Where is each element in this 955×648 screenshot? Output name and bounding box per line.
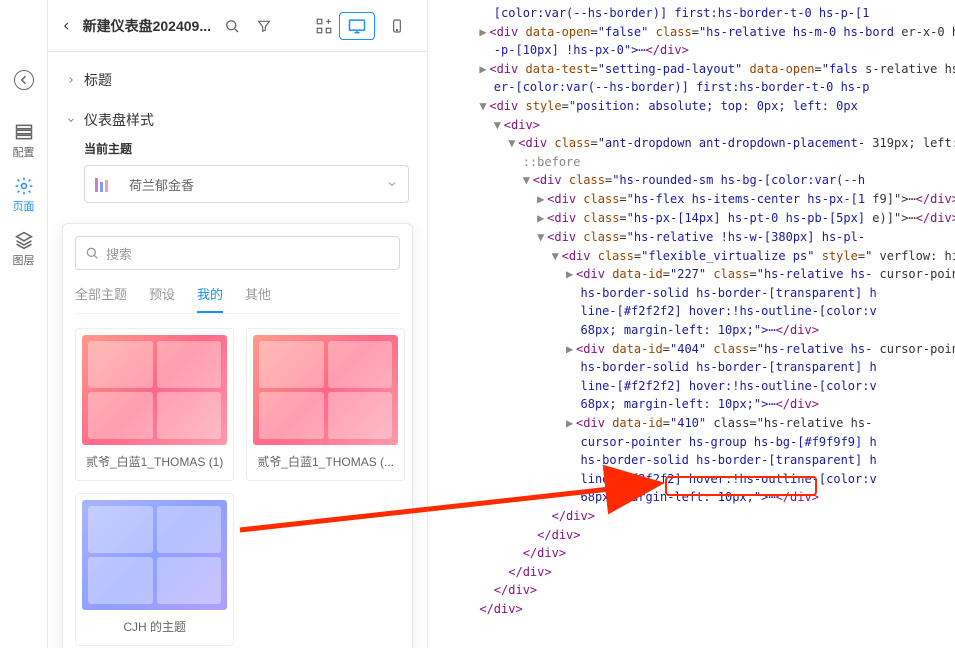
dom-line[interactable]: [color:var(--hs-border)] first:hs-border… [436, 4, 955, 23]
section-title-label: 标题 [84, 70, 112, 90]
dom-line[interactable]: 68px; margin-left: 10px;">⋯</div> [436, 395, 955, 414]
add-component-icon[interactable] [313, 15, 335, 37]
dom-line[interactable]: line-[#f2f2f2] hover:!hs-outline-[color:… [436, 302, 955, 321]
theme-tabs: 全部主题预设我的其他 [75, 284, 400, 314]
dom-line[interactable]: er-[color:var(--hs-border)] first:hs-bor… [436, 78, 955, 97]
back-circle-icon[interactable] [14, 70, 34, 90]
rail-config-label: 配置 [13, 144, 35, 160]
tab-预设[interactable]: 预设 [149, 284, 175, 313]
dom-line[interactable]: ▶<div data-id="410" class="hs-relative h… [436, 414, 955, 433]
theme-select[interactable]: 荷兰郁金香 [84, 165, 409, 203]
dom-line[interactable]: cursor-pointer hs-group hs-bg-[#f9f9f9] … [436, 433, 955, 452]
dom-line[interactable]: hs-border-solid hs-border-[transparent] … [436, 284, 955, 303]
dom-line[interactable]: </div> [436, 600, 955, 619]
current-theme-label: 当前主题 [84, 140, 409, 157]
device-mobile[interactable] [379, 12, 415, 40]
rail-layer[interactable]: 图层 [4, 230, 44, 268]
dom-line[interactable]: -p-[10px] !hs-px-0">⋯</div> [436, 41, 955, 60]
device-desktop[interactable] [339, 12, 375, 40]
dom-line[interactable]: hs-border-solid hs-border-[transparent] … [436, 451, 955, 470]
theme-swatch-icon [95, 176, 119, 192]
page-icon [14, 176, 34, 196]
config-icon [14, 122, 34, 142]
dom-line[interactable]: ▼<div class="flexible_virtualize ps" sty… [436, 247, 955, 266]
tab-我的[interactable]: 我的 [197, 284, 223, 313]
chevron-right-icon [66, 75, 76, 85]
section-style[interactable]: 仪表盘样式 [48, 100, 427, 140]
rail-config[interactable]: 配置 [4, 122, 44, 160]
dom-line[interactable]: ::before [436, 153, 955, 172]
dom-line[interactable]: ▶<div class="hs-flex hs-items-center hs-… [436, 190, 955, 210]
page-title: 新建仪表盘202409... [83, 16, 211, 36]
dom-line[interactable]: ▼<div style="position: absolute; top: 0p… [436, 97, 955, 116]
inspect-icon[interactable] [221, 15, 243, 37]
dom-line[interactable]: ▶<div data-id="404" class="hs-relative h… [436, 340, 955, 359]
dom-line[interactable]: ▶<div data-test="setting-pad-layout" dat… [436, 60, 955, 79]
sections: 标题 仪表盘样式 当前主题 荷兰郁金香 搜索 全部主题预 [48, 52, 427, 648]
left-rail: 配置 页面 图层 [0, 0, 48, 648]
theme-selected-name: 荷兰郁金香 [129, 175, 194, 194]
dom-line[interactable]: </div> [436, 563, 955, 582]
rail-page[interactable]: 页面 [4, 176, 44, 214]
theme-cards: 贰爷_白蓝1_THOMAS (1) 贰爷_白蓝1_THOMAS (... CJH 的… [75, 328, 400, 646]
dom-line[interactable]: ▶<div class="hs-px-[14px] hs-pt-0 hs-pb-… [436, 209, 955, 228]
tab-全部主题[interactable]: 全部主题 [75, 284, 127, 313]
dom-line[interactable]: ▶<div data-open="false" class="hs-relati… [436, 23, 955, 42]
dom-line[interactable]: </div> [436, 581, 955, 600]
search-input[interactable]: 搜索 [75, 236, 400, 270]
theme-card[interactable]: CJH 的主题 [75, 493, 234, 646]
theme-card[interactable]: 贰爷_白蓝1_THOMAS (1) [75, 328, 234, 481]
rail-layer-label: 图层 [13, 252, 35, 268]
highlight-box [665, 476, 817, 496]
section-style-label: 仪表盘样式 [84, 110, 154, 130]
dom-line[interactable]: </div> [436, 526, 955, 545]
dom-line[interactable]: line-[#f2f2f2] hover:!hs-outline-[color:… [436, 377, 955, 396]
panel-header: 新建仪表盘202409... [48, 0, 427, 52]
filter-icon[interactable] [253, 15, 275, 37]
section-title[interactable]: 标题 [48, 60, 427, 100]
dom-line[interactable]: ▼<div> [436, 116, 955, 135]
dom-line[interactable]: 68px; margin-left: 10px;">⋯</div> [436, 321, 955, 340]
style-body: 当前主题 荷兰郁金香 [48, 140, 427, 217]
theme-card-label: 贰爷_白蓝1_THOMAS (... [253, 445, 398, 474]
theme-card[interactable]: 贰爷_白蓝1_THOMAS (... [246, 328, 405, 481]
theme-card-label: 贰爷_白蓝1_THOMAS (1) [82, 445, 227, 474]
caret-down-icon [386, 178, 398, 190]
chevron-left-icon[interactable] [60, 18, 73, 34]
dom-line[interactable]: ▼<div class="ant-dropdown ant-dropdown-p… [436, 134, 955, 153]
dom-line[interactable]: ▼<div class="hs-rounded-sm hs-bg-[color:… [436, 171, 955, 190]
dom-line[interactable]: ▶<div data-id="227" class="hs-relative h… [436, 265, 955, 284]
dom-line[interactable]: </div> [436, 544, 955, 563]
search-icon [84, 245, 100, 261]
dom-line[interactable]: hs-border-solid hs-border-[transparent] … [436, 358, 955, 377]
dom-line[interactable]: ▼<div class="hs-relative !hs-w-[380px] h… [436, 228, 955, 247]
devtools-panel[interactable]: [color:var(--hs-border)] first:hs-border… [428, 0, 955, 648]
left-panel: 新建仪表盘202409... 标题 仪表盘样式 当前主题 [48, 0, 428, 648]
theme-card-label: CJH 的主题 [82, 610, 227, 639]
theme-dropdown: 搜索 全部主题预设我的其他 贰爷_白蓝1_THOMAS (1)贰爷_白蓝1_TH… [62, 223, 413, 648]
tab-其他[interactable]: 其他 [245, 284, 271, 313]
search-placeholder: 搜索 [106, 244, 132, 263]
rail-page-label: 页面 [13, 198, 35, 214]
chevron-down-icon [66, 115, 76, 125]
dom-line[interactable]: </div> [436, 507, 955, 526]
layer-icon [14, 230, 34, 250]
